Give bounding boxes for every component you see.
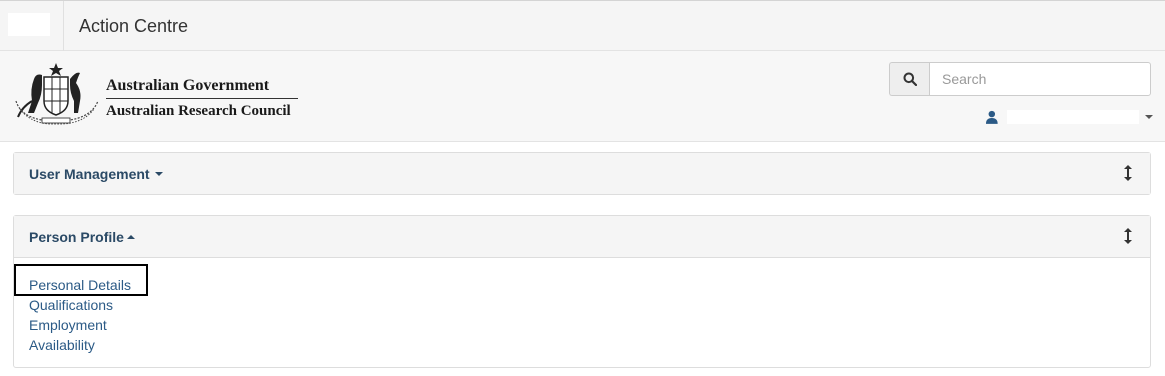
person-profile-panel-heading: Person Profile [14, 216, 1150, 257]
top-bar: Action Centre [0, 0, 1165, 51]
app-title: Action Centre [79, 16, 189, 36]
wordmark-rule [106, 98, 298, 99]
search-input[interactable] [929, 62, 1151, 96]
link-availability[interactable]: Availability [29, 335, 1135, 355]
vertical-resize-icon[interactable] [1124, 228, 1132, 244]
caret-down-icon [154, 171, 163, 176]
user-management-toggle[interactable]: User Management [29, 166, 163, 182]
link-personal-details[interactable]: Personal Details [29, 275, 1135, 295]
search-group [889, 62, 1151, 96]
user-menu-dropdown[interactable] [985, 108, 1153, 126]
user-icon [985, 110, 998, 124]
link-qualifications[interactable]: Qualifications [29, 295, 1135, 315]
government-wordmark: Australian Government Australian Researc… [106, 77, 298, 120]
user-management-title: User Management [29, 165, 150, 182]
topbar-divider [63, 1, 64, 51]
org-line-2: Australian Research Council [106, 103, 291, 119]
org-line-1: Australian Government [106, 77, 270, 94]
highlight-box [14, 264, 148, 296]
person-profile-title: Person Profile [29, 228, 124, 245]
search-button[interactable] [889, 62, 929, 96]
coat-of-arms-logo [15, 63, 99, 125]
link-employment[interactable]: Employment [29, 315, 1135, 335]
app-logo[interactable] [8, 13, 50, 36]
person-profile-panel: Person Profile Personal Details Qualific… [13, 215, 1151, 368]
user-management-panel-heading: User Management [14, 153, 1150, 194]
person-profile-links: Personal Details Qualifications Employme… [14, 257, 1150, 367]
chevron-down-icon [1145, 115, 1153, 119]
user-management-panel: User Management [13, 152, 1151, 195]
site-header: Australian Government Australian Researc… [0, 51, 1165, 142]
search-icon [903, 72, 917, 86]
user-name-redacted [1006, 110, 1139, 124]
vertical-resize-icon[interactable] [1124, 165, 1132, 181]
person-profile-toggle[interactable]: Person Profile [29, 229, 135, 245]
caret-up-icon [126, 234, 135, 239]
